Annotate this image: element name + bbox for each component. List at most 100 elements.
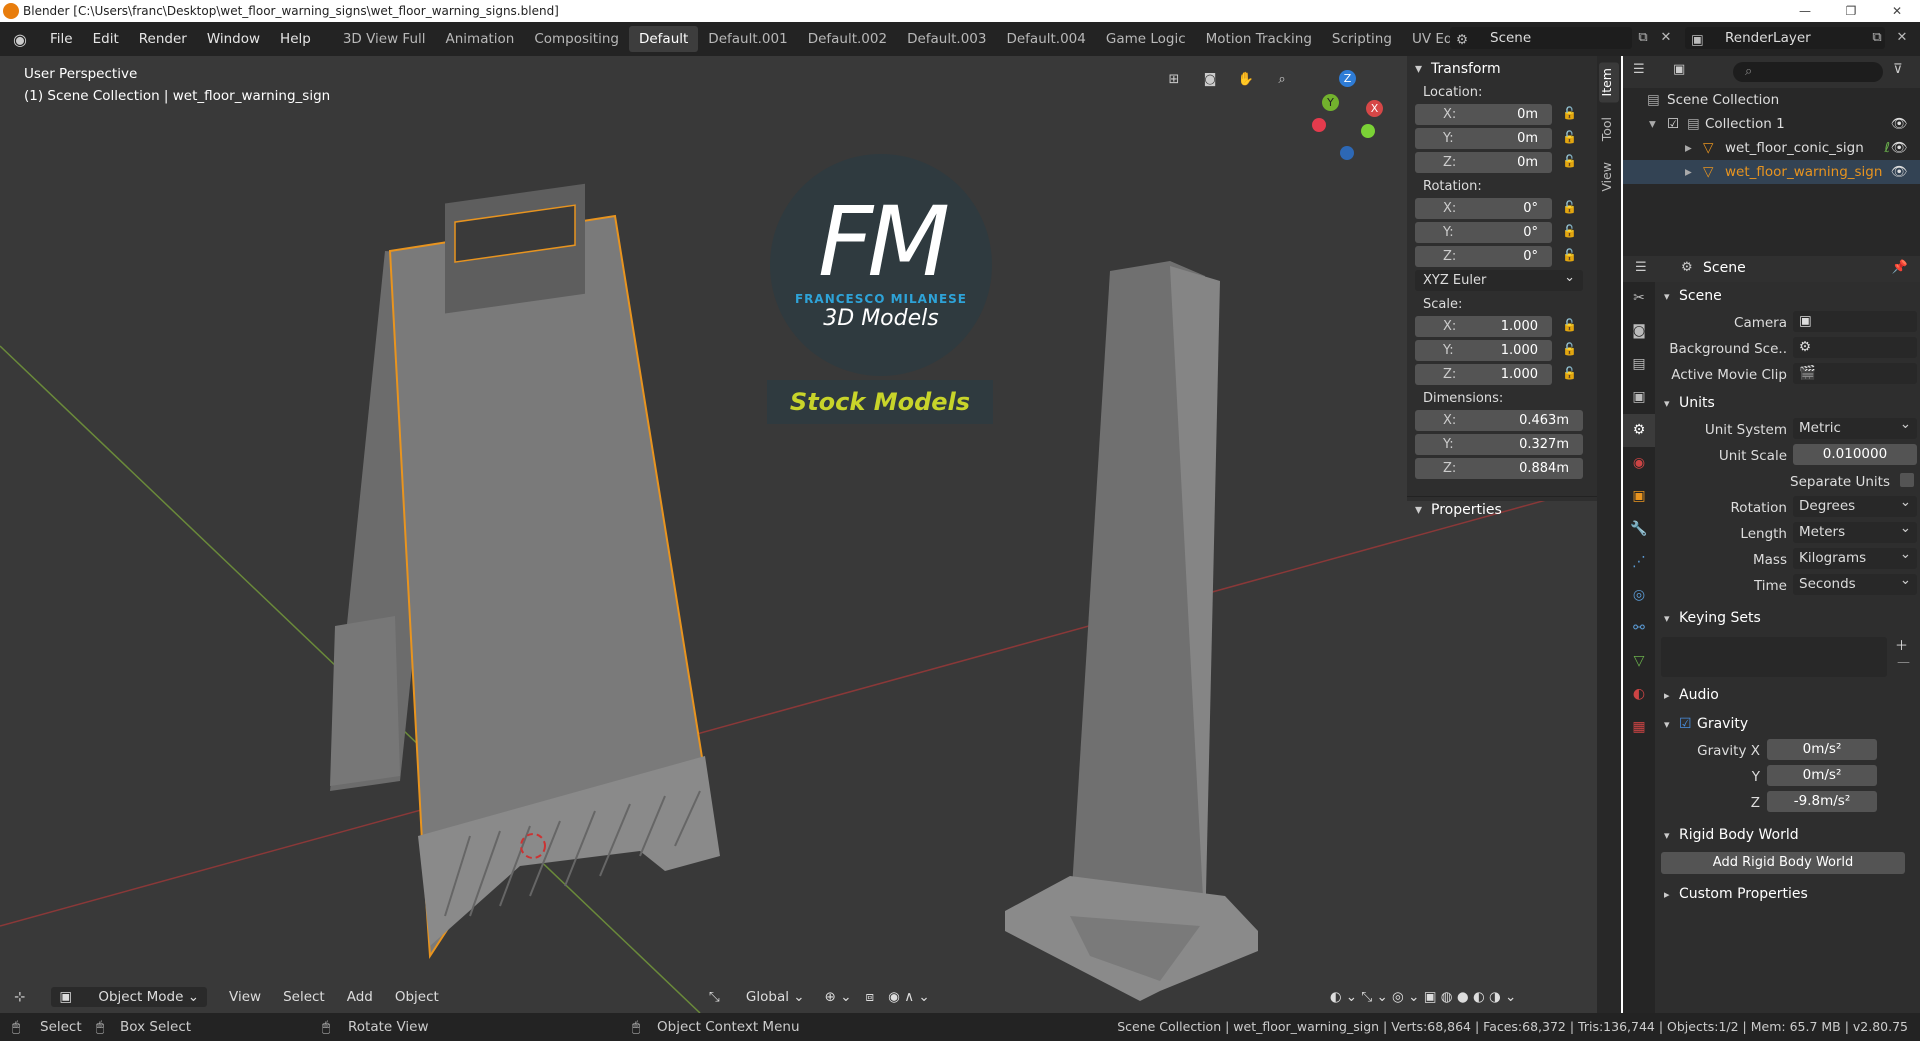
gizmo-neg-y[interactable] — [1361, 124, 1375, 138]
viewport-menu-add[interactable]: Add — [347, 989, 373, 1005]
tab-motion-tracking[interactable]: Motion Tracking — [1196, 26, 1322, 52]
gizmo-x[interactable]: X — [1366, 100, 1383, 117]
pivot-icon[interactable]: ⊕ ⌄ — [825, 989, 852, 1005]
outliner-conic-sign[interactable]: ▸ ▽ wet_floor_conic_sign ℓ 👁 — [1623, 136, 1920, 160]
gravity-section[interactable]: ▾ ☑ Gravity — [1657, 710, 1920, 739]
tab-item[interactable]: Item — [1599, 62, 1619, 103]
mode-select[interactable]: ▣ Object Mode ⌄ — [51, 987, 208, 1007]
time-units-select[interactable]: Seconds — [1793, 570, 1917, 595]
mass-units-select[interactable]: Kilograms — [1793, 544, 1917, 569]
gravity-checkbox[interactable]: ☑ — [1679, 710, 1692, 739]
delete-layer-icon[interactable]: ✕ — [1892, 28, 1912, 48]
lock-icon[interactable]: 🔓 — [1562, 342, 1577, 356]
separate-units-checkbox[interactable] — [1900, 473, 1914, 487]
object-icon[interactable]: ▣ — [1623, 480, 1655, 513]
lock-icon[interactable]: 🔓 — [1562, 366, 1577, 380]
tab-game-logic[interactable]: Game Logic — [1096, 26, 1196, 52]
tab-tool[interactable]: Tool — [1599, 111, 1619, 147]
keying-sets-section[interactable]: ▾ Keying Sets — [1657, 604, 1920, 633]
rotation-z-field[interactable]: Z: 0° — [1415, 246, 1552, 267]
gravity-z-field[interactable]: -9.8m/s² — [1767, 791, 1877, 812]
gizmo-z[interactable]: Z — [1339, 70, 1356, 87]
view-layer-icon[interactable]: ▣ — [1673, 62, 1685, 77]
outliner-warning-sign[interactable]: ▸ ▽ wet_floor_warning_sign 👁 — [1623, 160, 1920, 184]
menu-file[interactable]: File — [40, 22, 83, 56]
audio-section[interactable]: ▸ Audio — [1657, 681, 1920, 710]
hand-icon[interactable]: ✋ — [1232, 66, 1260, 94]
menu-render[interactable]: Render — [129, 22, 197, 56]
outliner-collection-1[interactable]: ▾ ☑ ▤ Collection 1 👁 — [1623, 112, 1920, 136]
tab-default-002[interactable]: Default.002 — [798, 26, 897, 52]
render-icon[interactable]: ◙ — [1623, 315, 1655, 348]
tab-scripting[interactable]: Scripting — [1322, 26, 1402, 52]
orientation-select[interactable]: ⤡ Global ⌄ — [709, 989, 805, 1005]
blender-menu-icon[interactable]: ◉ — [0, 30, 40, 49]
gravity-y-field[interactable]: 0m/s² — [1767, 765, 1877, 786]
pin-icon[interactable]: 📌 — [1892, 260, 1908, 275]
data-icon[interactable]: ▽ — [1623, 645, 1655, 678]
gizmo-neg-z[interactable] — [1340, 146, 1354, 160]
snap-icon[interactable]: ⧈ — [866, 989, 875, 1005]
rotation-units-select[interactable]: Degrees — [1793, 492, 1917, 517]
lock-icon[interactable]: 🔓 — [1562, 248, 1577, 262]
checkbox-icon[interactable]: ☑ — [1667, 112, 1679, 136]
tab-default-003[interactable]: Default.003 — [897, 26, 996, 52]
maximize-button[interactable]: ❐ — [1828, 0, 1874, 22]
location-x-field[interactable]: X: 0m — [1415, 104, 1552, 125]
tab-default-004[interactable]: Default.004 — [996, 26, 1095, 52]
editor-type-icon[interactable]: ⊹ — [14, 989, 25, 1005]
rotation-y-field[interactable]: Y: 0° — [1415, 222, 1552, 243]
menu-edit[interactable]: Edit — [83, 22, 129, 56]
scale-z-field[interactable]: Z: 1.000 — [1415, 364, 1552, 385]
lock-icon[interactable]: 🔓 — [1562, 224, 1577, 238]
scale-x-field[interactable]: X: 1.000 — [1415, 316, 1552, 337]
tab-default[interactable]: Default — [628, 26, 699, 52]
tool-icon[interactable]: ✂ — [1623, 282, 1655, 315]
render-layer-selector[interactable]: ▣ RenderLayer — [1685, 27, 1885, 49]
tab-default-001[interactable]: Default.001 — [698, 26, 797, 52]
movie-clip-field[interactable]: 🎬 — [1793, 363, 1917, 384]
tab-view[interactable]: View — [1599, 156, 1619, 198]
editor-type-icon[interactable]: ☰ — [1635, 260, 1647, 275]
add-keying-set-button[interactable]: ＋ — [1895, 635, 1908, 654]
texture-icon[interactable]: ▦ — [1623, 711, 1655, 744]
camera-field[interactable]: ▣ — [1793, 311, 1917, 332]
gravity-x-field[interactable]: 0m/s² — [1767, 739, 1877, 760]
camera-icon[interactable]: ◙ — [1196, 66, 1224, 94]
world-icon[interactable]: ◉ — [1623, 447, 1655, 480]
keying-sets-list[interactable] — [1661, 637, 1887, 677]
add-rigid-body-button[interactable]: Add Rigid Body World — [1661, 852, 1905, 874]
proportional-icon[interactable]: ◉ ∧ ⌄ — [888, 989, 930, 1005]
properties-subpanel[interactable]: Properties — [1407, 496, 1597, 523]
dimensions-y-field[interactable]: Y: 0.327m — [1415, 434, 1583, 455]
scene-selector[interactable]: ⚙ Scene — [1450, 27, 1632, 49]
zoom-icon[interactable]: ⌕ — [1268, 66, 1296, 94]
lock-icon[interactable]: 🔓 — [1562, 318, 1577, 332]
rotation-x-field[interactable]: X: 0° — [1415, 198, 1552, 219]
display-mode-icon[interactable]: ☰ — [1633, 62, 1645, 77]
lock-icon[interactable]: 🔓 — [1562, 200, 1577, 214]
scale-y-field[interactable]: Y: 1.000 — [1415, 340, 1552, 361]
tab-compositing[interactable]: Compositing — [524, 26, 629, 52]
eye-icon[interactable]: 👁 — [1891, 160, 1908, 184]
rigid-body-section[interactable]: ▾ Rigid Body World — [1657, 821, 1920, 850]
rotation-mode-select[interactable]: XYZ Euler ⌄ — [1415, 270, 1583, 291]
length-units-select[interactable]: Meters — [1793, 518, 1917, 543]
lock-icon[interactable]: 🔓 — [1562, 106, 1577, 120]
new-layer-icon[interactable]: ⧉ — [1867, 28, 1887, 48]
output-icon[interactable]: ▤ — [1623, 348, 1655, 381]
custom-properties-section[interactable]: ▸ Custom Properties — [1657, 880, 1920, 909]
gizmo-neg-x[interactable] — [1312, 118, 1326, 132]
lock-icon[interactable]: 🔓 — [1562, 154, 1577, 168]
dimensions-z-field[interactable]: Z: 0.884m — [1415, 458, 1583, 479]
filter-icon[interactable]: ⊽ — [1893, 62, 1903, 77]
axis-gizmo[interactable]: Z Y X — [1300, 56, 1400, 160]
delete-scene-icon[interactable]: ✕ — [1656, 28, 1676, 48]
dimensions-x-field[interactable]: X: 0.463m — [1415, 410, 1583, 431]
remove-keying-set-button[interactable]: — — [1897, 655, 1910, 670]
tab-3d-view-full[interactable]: 3D View Full — [333, 26, 436, 52]
menu-help[interactable]: Help — [270, 22, 321, 56]
grid-icon[interactable]: ⊞ — [1160, 66, 1188, 94]
tab-animation[interactable]: Animation — [436, 26, 525, 52]
unit-system-select[interactable]: Metric — [1793, 414, 1917, 439]
